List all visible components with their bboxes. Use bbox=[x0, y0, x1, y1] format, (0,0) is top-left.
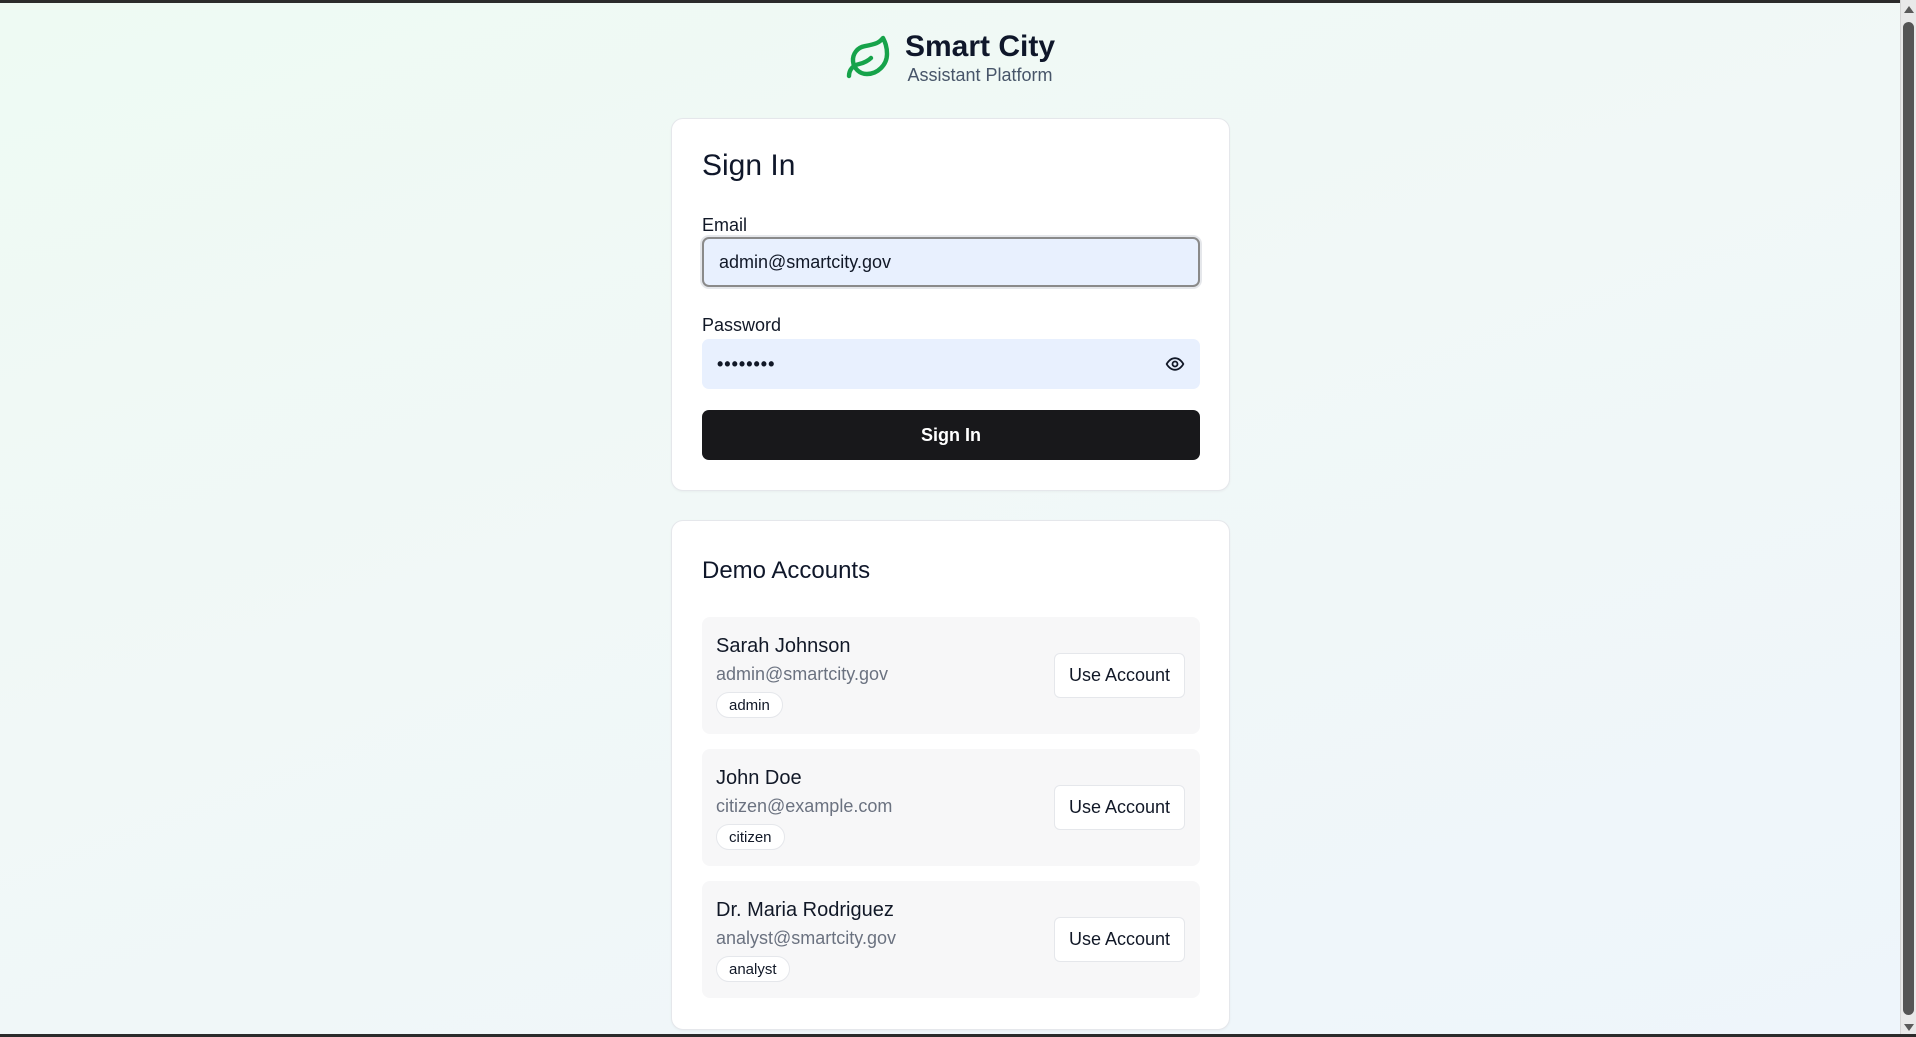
demo-accounts-card: Demo Accounts Sarah Johnson admin@smartc… bbox=[671, 520, 1230, 1030]
window-top-border bbox=[0, 0, 1900, 3]
account-email: citizen@example.com bbox=[716, 796, 893, 816]
scrollbar-thumb[interactable] bbox=[1903, 22, 1914, 1015]
app-subtitle: Assistant Platform bbox=[907, 65, 1053, 85]
list-item: Dr. Maria Rodriguez analyst@smartcity.go… bbox=[702, 881, 1200, 998]
eye-icon[interactable] bbox=[1164, 354, 1186, 374]
sign-in-card: Sign In Email admin@smartcity.gov Passwo… bbox=[671, 118, 1230, 491]
list-item: Sarah Johnson admin@smartcity.gov admin … bbox=[702, 617, 1200, 734]
page-scrollbar[interactable] bbox=[1900, 0, 1916, 1037]
demo-accounts-heading: Demo Accounts bbox=[702, 557, 871, 584]
role-badge: admin bbox=[716, 692, 783, 718]
role-badge: analyst bbox=[716, 956, 790, 982]
account-name: Dr. Maria Rodriguez bbox=[716, 899, 894, 921]
email-value: admin@smartcity.gov bbox=[719, 251, 891, 272]
leaf-icon bbox=[846, 35, 890, 79]
password-value: •••••••• bbox=[717, 353, 776, 374]
brand-header: Smart City Assistant Platform bbox=[845, 28, 1055, 88]
app-title: Smart City bbox=[905, 30, 1056, 63]
account-name: John Doe bbox=[716, 767, 802, 789]
password-field[interactable]: •••••••• bbox=[702, 339, 1200, 389]
list-item: John Doe citizen@example.com citizen Use… bbox=[702, 749, 1200, 866]
scroll-down-arrow-icon[interactable] bbox=[1904, 1024, 1914, 1031]
scroll-up-arrow-icon[interactable] bbox=[1904, 6, 1914, 13]
email-field[interactable]: admin@smartcity.gov bbox=[702, 237, 1200, 287]
email-label: Email bbox=[702, 215, 748, 235]
account-email: analyst@smartcity.gov bbox=[716, 928, 896, 948]
password-label: Password bbox=[702, 315, 782, 335]
account-email: admin@smartcity.gov bbox=[716, 664, 888, 684]
use-account-button[interactable]: Use Account bbox=[1054, 785, 1185, 830]
sign-in-heading: Sign In bbox=[702, 149, 796, 182]
role-badge: citizen bbox=[716, 824, 785, 850]
sign-in-button[interactable]: Sign In bbox=[702, 410, 1200, 460]
use-account-button[interactable]: Use Account bbox=[1054, 653, 1185, 698]
use-account-button[interactable]: Use Account bbox=[1054, 917, 1185, 962]
account-name: Sarah Johnson bbox=[716, 635, 851, 657]
